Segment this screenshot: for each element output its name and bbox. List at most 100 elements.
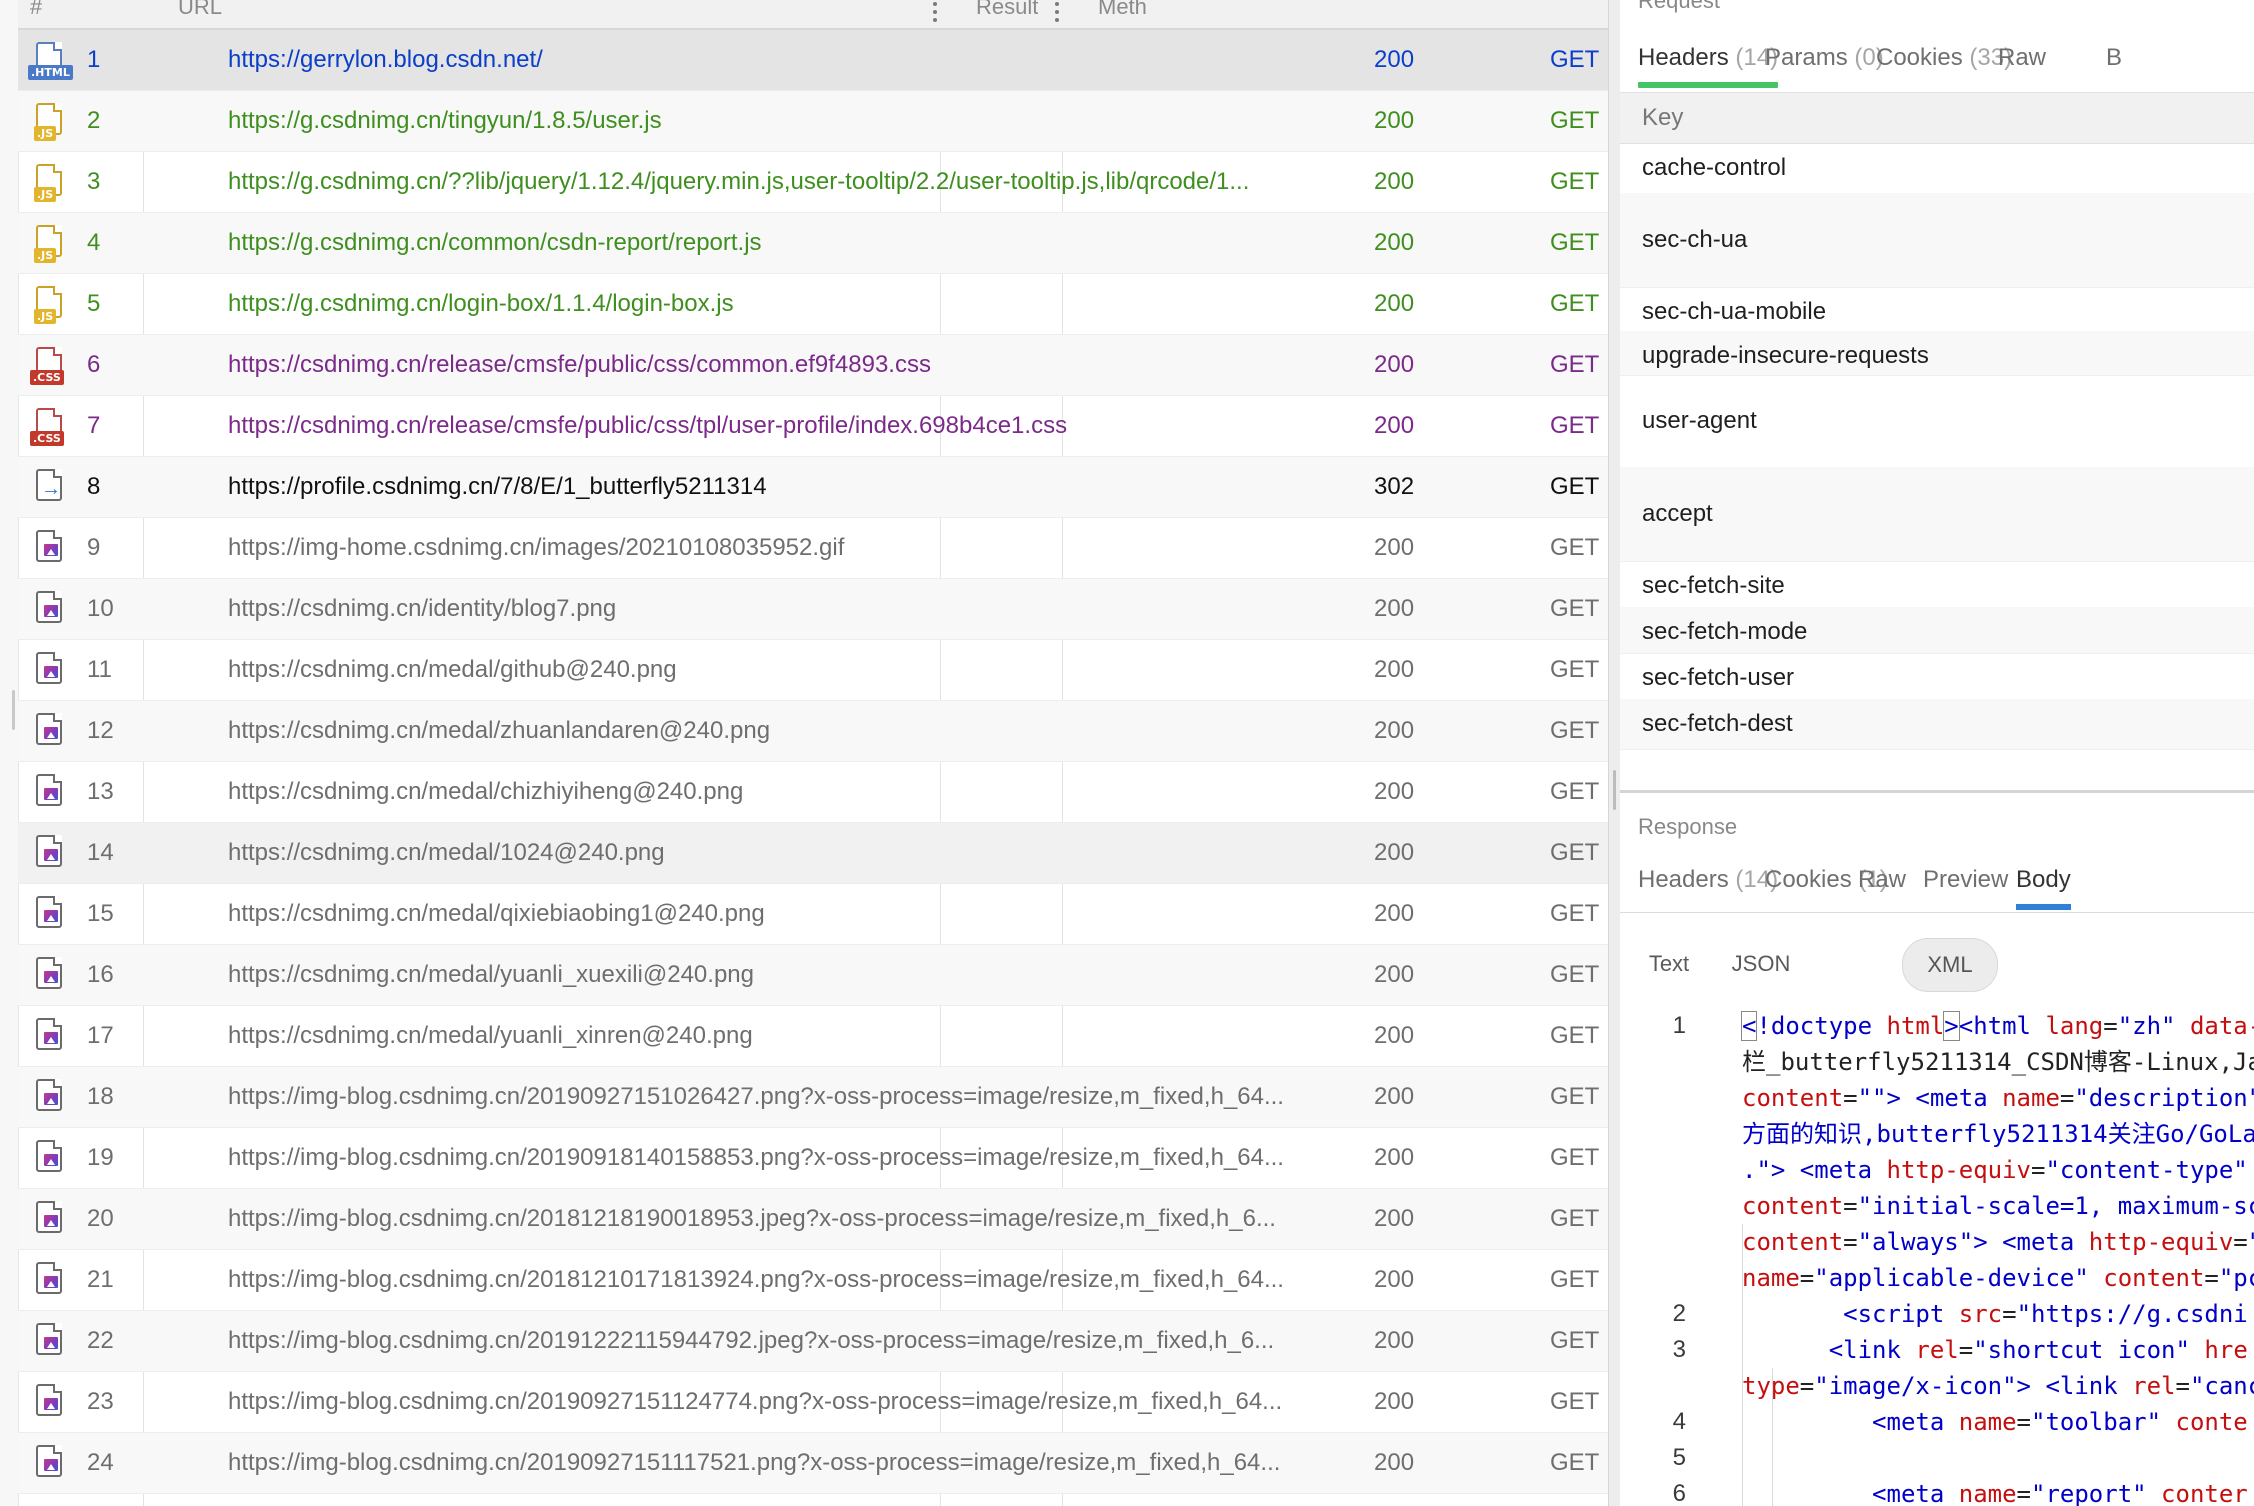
row-number: 3	[87, 168, 101, 195]
header-row[interactable]: upgrade-insecure-requests	[1620, 331, 2254, 376]
format-text-button[interactable]: Text	[1634, 938, 1704, 990]
header-row[interactable]: sec-fetch-dest	[1620, 699, 2254, 750]
format-json-button[interactable]: JSON	[1724, 938, 1798, 990]
session-row[interactable]: 25 https://img-blog.csdnimg.cn/2019012711…	[18, 1494, 1608, 1506]
request-tab-params[interactable]: Params (0)	[1765, 30, 1884, 88]
session-row[interactable]: 11 https://csdnimg.cn/medal/github@240.pn…	[18, 640, 1608, 701]
html-file-icon: .HTML	[28, 40, 73, 80]
image-file-icon	[30, 1260, 70, 1300]
row-method: GET	[1550, 595, 1600, 622]
row-url: https://g.csdnimg.cn/login-box/1.1.4/log…	[228, 290, 734, 317]
row-number: 11	[87, 656, 112, 683]
image-file-icon	[30, 772, 70, 812]
session-row[interactable]: → 8 https://profile.csdnimg.cn/7/8/E/1_but…	[18, 457, 1608, 518]
session-row[interactable]: 14 https://csdnimg.cn/medal/1024@240.png 2…	[18, 823, 1608, 884]
row-number: 15	[87, 900, 114, 927]
format-xml-button[interactable]: XML	[1902, 938, 1998, 992]
resize-grip[interactable]	[12, 690, 15, 730]
response-tab-headers[interactable]: Headers (14)	[1638, 852, 1778, 910]
session-row[interactable]: 12 https://csdnimg.cn/medal/zhuanlandaren…	[18, 701, 1608, 762]
header-row[interactable]: sec-fetch-site	[1620, 561, 2254, 608]
js-file-icon: .JS	[30, 162, 70, 202]
left-edge-bar	[0, 0, 19, 1506]
inspector-pane: Request Headers (14) Params (0) Cookies (3…	[1620, 0, 2254, 1506]
header-row[interactable]: sec-fetch-mode	[1620, 607, 2254, 654]
response-body-viewer[interactable]: 1 <!doctype html><html lang="zh" data- 栏_b…	[1620, 1008, 2254, 1506]
row-method: GET	[1550, 168, 1600, 195]
image-file-icon	[30, 650, 70, 690]
key-column-header[interactable]: Key	[1642, 93, 1683, 143]
row-result: 302	[1374, 473, 1415, 500]
session-row[interactable]: .CSS 6 https://csdnimg.cn/release/cmsfe/pu…	[18, 335, 1608, 396]
request-tab-headers[interactable]: Headers (14)	[1638, 30, 1779, 88]
row-number: 1	[87, 46, 101, 73]
splitter-grip[interactable]	[1613, 770, 1616, 810]
header-row[interactable]: cache-control	[1620, 143, 2254, 194]
row-url: https://img-blog.csdnimg.cn/201912221159…	[228, 1327, 1275, 1354]
code-text: <script src="https://g.csdni	[1843, 1300, 2248, 1328]
session-row[interactable]: .HTML 1 https://gerrylon.blog.csdn.net/200…	[18, 30, 1608, 91]
code-text: <link rel="shortcut icon" hre	[1828, 1336, 2248, 1364]
session-row[interactable]: 19 https://img-blog.csdnimg.cn/2019091814…	[18, 1128, 1608, 1189]
session-row[interactable]: 13 https://csdnimg.cn/medal/chizhiyiheng@…	[18, 762, 1608, 823]
session-row[interactable]: .JS 5 https://g.csdnimg.cn/login-box/1.1.4…	[18, 274, 1608, 335]
row-result: 200	[1374, 900, 1415, 927]
session-row[interactable]: 21 https://img-blog.csdnimg.cn/2018121017…	[18, 1250, 1608, 1311]
row-number: 5	[87, 290, 101, 317]
session-row[interactable]: 10 https://csdnimg.cn/identity/blog7.png 2…	[18, 579, 1608, 640]
session-row[interactable]: 23 https://img-blog.csdnimg.cn/2019092715…	[18, 1372, 1608, 1433]
column-header-number[interactable]: #	[30, 0, 42, 28]
sessions-table-header: # URL Result Meth	[18, 0, 1608, 30]
row-method: GET	[1550, 900, 1600, 927]
response-tab-body[interactable]: Body	[2016, 852, 2071, 910]
js-file-icon: .JS	[30, 284, 70, 324]
session-row[interactable]: 20 https://img-blog.csdnimg.cn/2018121819…	[18, 1189, 1608, 1250]
row-result: 200	[1374, 168, 1415, 195]
row-url: https://img-blog.csdnimg.cn/201909271511…	[228, 1449, 1281, 1476]
url-column-menu-icon[interactable]	[932, 2, 938, 24]
session-row[interactable]: .JS 3 https://g.csdnimg.cn/??lib/jquery/1.…	[18, 152, 1608, 213]
header-row[interactable]: sec-ch-ua-mobile	[1620, 287, 2254, 332]
request-tab-cookies[interactable]: Cookies (33)	[1876, 30, 2012, 88]
row-method: GET	[1550, 1449, 1600, 1476]
section-divider[interactable]	[1620, 790, 2254, 793]
code-line: ."> <meta http-equiv="content-type"	[1620, 1152, 2254, 1188]
session-row[interactable]: 16 https://csdnimg.cn/medal/yuanli_xuexil…	[18, 945, 1608, 1006]
redirect-icon: →	[30, 467, 70, 507]
row-method: GET	[1550, 107, 1600, 134]
session-row[interactable]: .CSS 7 https://csdnimg.cn/release/cmsfe/pu…	[18, 396, 1608, 457]
header-row[interactable]: user-agent	[1620, 375, 2254, 468]
session-row[interactable]: 18 https://img-blog.csdnimg.cn/2019092715…	[18, 1067, 1608, 1128]
row-result: 200	[1374, 1494, 1414, 1506]
header-row[interactable]: sec-fetch-user	[1620, 653, 2254, 700]
session-row[interactable]: 15 https://csdnimg.cn/medal/qixiebiaobing…	[18, 884, 1608, 945]
row-url: https://g.csdnimg.cn/??lib/jquery/1.12.4…	[228, 168, 1250, 195]
header-row[interactable]: sec-ch-ua	[1620, 193, 2254, 288]
response-tab-preview[interactable]: Preview	[1923, 852, 2008, 910]
column-header-method[interactable]: Meth	[1098, 0, 1147, 28]
code-line: 方面的知识,butterfly5211314关注Go/GoLa	[1620, 1116, 2254, 1152]
session-row[interactable]: .JS 4 https://g.csdnimg.cn/common/csdn-rep…	[18, 213, 1608, 274]
column-header-url[interactable]: URL	[178, 0, 222, 28]
session-row[interactable]: .JS 2 https://g.csdnimg.cn/tingyun/1.8.5/u…	[18, 91, 1608, 152]
column-header-result[interactable]: Result	[976, 0, 1038, 28]
request-tab-b[interactable]: B	[2106, 30, 2122, 88]
response-tab-raw[interactable]: Raw	[1858, 852, 1906, 910]
session-row[interactable]: 9 https://img-home.csdnimg.cn/images/2021…	[18, 518, 1608, 579]
image-file-icon	[30, 589, 70, 629]
code-line: content="always"> <meta http-equiv="	[1620, 1224, 2254, 1260]
session-row[interactable]: 17 https://csdnimg.cn/medal/yuanli_xinren…	[18, 1006, 1608, 1067]
session-row[interactable]: 22 https://img-blog.csdnimg.cn/2019122211…	[18, 1311, 1608, 1372]
js-file-icon: .JS	[30, 223, 70, 263]
request-tab-raw[interactable]: Raw	[1998, 30, 2046, 88]
row-number: 18	[87, 1083, 114, 1110]
result-column-menu-icon[interactable]	[1054, 2, 1060, 24]
row-number: 19	[87, 1144, 114, 1171]
line-number: 6	[1672, 1480, 1686, 1506]
row-number: 17	[87, 1022, 114, 1049]
row-method: GET	[1550, 412, 1600, 439]
code-text: ."> <meta http-equiv="content-type"	[1742, 1156, 2248, 1184]
line-number: 4	[1672, 1408, 1686, 1435]
header-row[interactable]: accept	[1620, 467, 2254, 562]
session-row[interactable]: 24 https://img-blog.csdnimg.cn/2019092715…	[18, 1433, 1608, 1494]
